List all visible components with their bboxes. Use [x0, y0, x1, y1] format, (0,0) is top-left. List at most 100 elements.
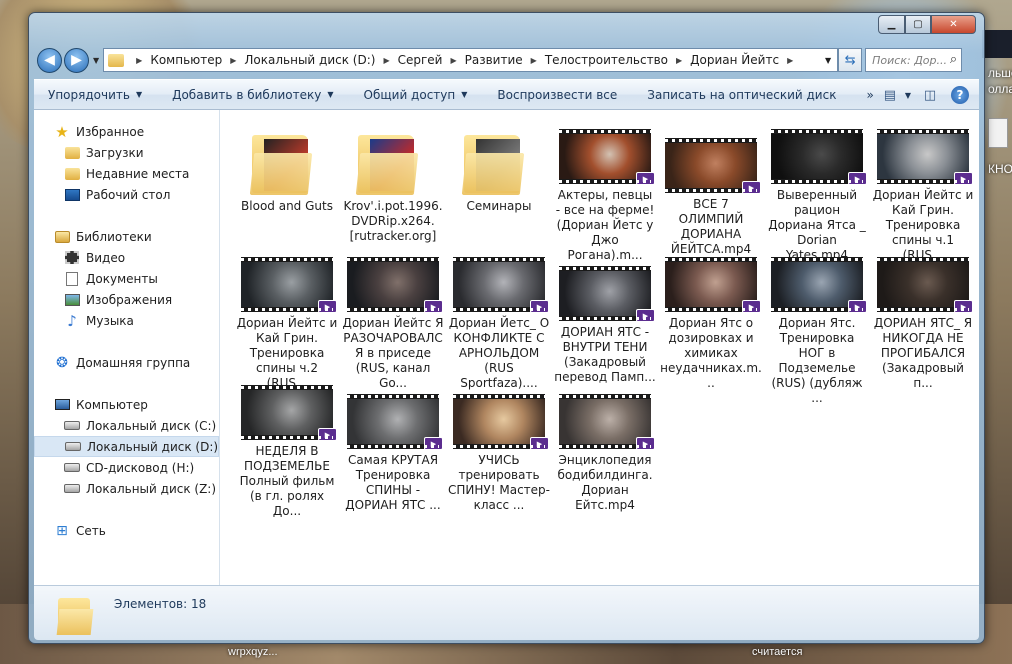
address-bar[interactable]: ▶ Компьютер ▶ Локальный диск (D:) ▶ Серг…	[103, 48, 839, 72]
video-thumbnail: ▶	[877, 257, 973, 313]
video-file-item[interactable]: ▶ Дориан Йейтс и Кай Грин. Тренировка спи…	[870, 129, 976, 262]
breadcrumb-item[interactable]: Развитие	[465, 53, 523, 67]
video-file-item[interactable]: ▶ НЕДЕЛЯ В ПОДЗЕМЕЛЬЕ Полный фильм (в гл.…	[234, 385, 340, 518]
video-file-item[interactable]: ▶ Самая КРУТАЯ Тренировка СПИНЫ - ДОРИАН …	[340, 385, 446, 513]
breadcrumb-item[interactable]: Компьютер	[150, 53, 222, 67]
file-name: Blood and Guts	[241, 199, 333, 213]
nav-item-documents[interactable]: Документы	[34, 268, 219, 289]
desktop-icon-doc[interactable]	[988, 118, 1008, 148]
folder-item[interactable]: Blood and Guts	[234, 129, 340, 257]
file-name: ДОРИАН ЯТС_ Я НИКОГДА НЕ ПРОГИБАЛСЯ (Зак…	[873, 316, 973, 390]
drive-icon	[64, 421, 80, 430]
nav-item-drive-c[interactable]: Локальный диск (C:)	[34, 415, 219, 436]
documents-icon	[66, 271, 78, 286]
nav-item-label: Рабочий стол	[86, 187, 171, 202]
chevron-down-icon: ▼	[135, 90, 143, 99]
search-input[interactable]: Поиск: Дор... ⌕	[865, 48, 963, 72]
media-player-badge-icon: ▶	[636, 437, 655, 450]
recent-pages-dropdown[interactable]: ▼	[93, 56, 99, 65]
media-player-badge-icon: ▶	[530, 300, 549, 313]
breadcrumb-item[interactable]: Сергей	[398, 53, 443, 67]
add-to-library-button[interactable]: Добавить в библиотеку ▼	[172, 88, 333, 102]
nav-item-recent[interactable]: Недавние места	[34, 163, 219, 184]
breadcrumb-item[interactable]: Телостроительство	[545, 53, 668, 67]
media-player-badge-icon: ▶	[530, 437, 549, 450]
file-list: Blood and Guts Krov'.i.pot.1996.DVDRip.x2…	[220, 110, 979, 585]
preview-pane-icon[interactable]: ◫	[919, 84, 941, 106]
star-icon: ★	[55, 122, 69, 141]
nav-item-drive-d[interactable]: Локальный диск (D:)	[34, 436, 219, 457]
desktop-icon	[64, 188, 80, 201]
breadcrumb-item[interactable]: Дориан Йейтс	[690, 53, 779, 67]
thumbnail: ▶	[237, 257, 337, 313]
forward-button[interactable]: ▶	[64, 47, 89, 73]
video-file-item[interactable]: ▶ Дориан Йейтс и Кай Грин. Тренировка спи…	[234, 257, 340, 390]
nav-item-drive-z[interactable]: Локальный диск (Z:)	[34, 478, 219, 499]
minimize-button[interactable]: ▁	[878, 15, 905, 34]
chevron-right-icon[interactable]: ▶	[450, 56, 456, 65]
breadcrumb-item[interactable]: Локальный диск (D:)	[244, 53, 375, 67]
burn-button[interactable]: Записать на оптический диск	[647, 88, 836, 102]
nav-item-favorites[interactable]: ★ Избранное	[34, 121, 219, 142]
nav-item-pictures[interactable]: Изображения	[34, 289, 219, 310]
video-file-item[interactable]: ▶ Дориан Ятс. Тренировка НОГ в Подземелье…	[764, 257, 870, 405]
chevron-right-icon[interactable]: ▶	[676, 56, 682, 65]
chevron-right-icon[interactable]: ▶	[531, 56, 537, 65]
refresh-icon: ⇆	[844, 52, 856, 68]
chevron-right-icon[interactable]: ▶	[787, 56, 793, 65]
libraries-icon	[54, 230, 70, 243]
help-button[interactable]: ?	[949, 84, 971, 106]
close-button[interactable]: ✕	[931, 15, 976, 34]
video-file-item[interactable]: ▶ ДОРИАН ЯТС_ Я НИКОГДА НЕ ПРОГИБАЛСЯ (За…	[870, 257, 976, 390]
chevron-right-icon[interactable]: ▶	[230, 56, 236, 65]
chevron-right-icon[interactable]: ▶	[383, 56, 389, 65]
video-file-item[interactable]: ▶ Дориан Йетс_ О КОНФЛИКТЕ С АРНОЛЬДОМ (R…	[446, 257, 552, 390]
nav-item-drive-h[interactable]: CD-дисковод (H:)	[34, 457, 219, 478]
folder-item[interactable]: Семинары	[446, 129, 552, 257]
chevron-right-icon[interactable]: ▶	[136, 56, 142, 65]
back-button[interactable]: ◀	[37, 47, 62, 73]
folder-icon	[355, 131, 428, 195]
nav-item-downloads[interactable]: Загрузки	[34, 142, 219, 163]
pictures-icon	[64, 293, 80, 306]
video-file-item[interactable]: ▶ Актеры, певцы - все на ферме! (Дориан Й…	[552, 129, 658, 262]
downloads-folder-icon	[64, 146, 80, 159]
video-file-item[interactable]: ▶ ВСЕ 7 ОЛИМПИЙ ДОРИАНА ЙЕЙТСА.mp4	[658, 129, 764, 257]
play-all-button[interactable]: Воспроизвести все	[497, 88, 617, 102]
address-dropdown-button[interactable]: ▼	[825, 56, 831, 65]
video-file-item[interactable]: ▶ ДОРИАН ЯТС - ВНУТРИ ТЕНИ (Закадровый пе…	[552, 257, 658, 385]
video-file-item[interactable]: ▶ Дориан Ятс о дозировках и химиках неуда…	[658, 257, 764, 390]
media-player-badge-icon: ▶	[424, 300, 443, 313]
nav-item-computer[interactable]: Компьютер	[34, 394, 219, 415]
desktop-icon[interactable]	[982, 30, 1012, 58]
chevron-down-icon[interactable]: ▼	[905, 91, 911, 100]
nav-item-label: Локальный диск (C:)	[86, 418, 217, 433]
thumbnail: ▶	[555, 129, 655, 185]
nav-item-desktop[interactable]: Рабочий стол	[34, 184, 219, 205]
nav-item-video[interactable]: Видео	[34, 247, 219, 268]
burn-label: Записать на оптический диск	[647, 87, 837, 102]
nav-item-network[interactable]: ⊞ Сеть	[34, 520, 219, 541]
nav-item-libraries[interactable]: Библиотеки	[34, 226, 219, 247]
video-file-item[interactable]: ▶ Дориан Йейтс Я РАЗОЧАРОВАЛСЯ в приседе …	[340, 257, 446, 390]
search-icon[interactable]: ⌕	[950, 52, 957, 67]
search-placeholder: Поиск: Дор...	[872, 53, 947, 67]
command-bar: Упорядочить ▼ Добавить в библиотеку ▼ Общи…	[34, 79, 979, 110]
video-file-item[interactable]: ▶ Выверенный рацион Дориана Ятса _ Dorian…	[764, 129, 870, 262]
video-file-item[interactable]: ▶ Энциклопедия бодибилдинга. Дориан Ейтс.…	[552, 385, 658, 513]
nav-item-homegroup[interactable]: ❂ Домашняя группа	[34, 352, 219, 373]
folder-icon	[108, 53, 125, 67]
caption-buttons: ▁ ▢ ✕	[878, 15, 976, 34]
folder-item[interactable]: Krov'.i.pot.1996.DVDRip.x264.[rutracker.…	[340, 129, 446, 257]
video-thumbnail: ▶	[559, 394, 655, 450]
maximize-button[interactable]: ▢	[905, 15, 931, 34]
organize-button[interactable]: Упорядочить ▼	[48, 88, 142, 102]
change-view-icon[interactable]: ▤	[879, 84, 901, 106]
refresh-button[interactable]: ⇆	[838, 48, 863, 72]
thumbnail: ▶	[555, 385, 655, 450]
share-button[interactable]: Общий доступ ▼	[364, 88, 468, 102]
breadcrumb: ▶ Компьютер ▶ Локальный диск (D:) ▶ Серг…	[128, 53, 801, 67]
nav-item-music[interactable]: ♪ Музыка	[34, 310, 219, 331]
thumbnail	[343, 129, 443, 195]
video-file-item[interactable]: ▶ УЧИСЬ тренировать СПИНУ! Мастер-класс .…	[446, 385, 552, 513]
